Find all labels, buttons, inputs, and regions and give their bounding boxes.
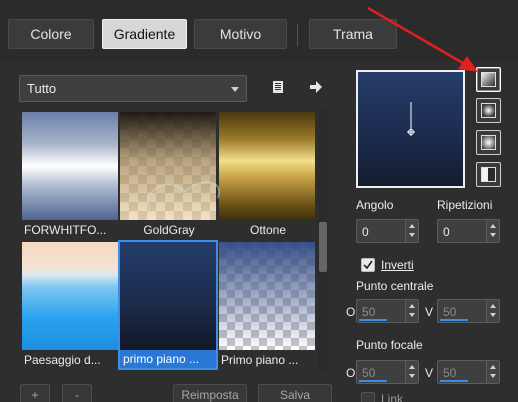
tab-motivo[interactable]: Motivo bbox=[194, 19, 287, 49]
gradient-item[interactable]: FORWHITFO... bbox=[22, 112, 118, 238]
center-v-slider-fill bbox=[440, 319, 468, 321]
spinner-arrows[interactable] bbox=[486, 300, 499, 322]
focal-h-spinner[interactable]: 50 bbox=[356, 360, 419, 384]
gradient-label: Paesaggio d... bbox=[24, 353, 101, 367]
spinner-arrows[interactable] bbox=[486, 361, 499, 383]
gradient-preview[interactable] bbox=[356, 70, 465, 188]
focal-h-label: O bbox=[346, 366, 356, 380]
focal-point-label: Punto focale bbox=[356, 338, 423, 352]
center-h-label: O bbox=[346, 305, 356, 319]
center-h-value: 50 bbox=[362, 305, 376, 319]
chevron-up-icon bbox=[409, 224, 415, 228]
gradient-item[interactable]: GoldGray bbox=[120, 112, 216, 238]
chevron-up-icon bbox=[490, 224, 496, 228]
book-icon[interactable] bbox=[270, 79, 286, 95]
spinner-arrows[interactable] bbox=[486, 220, 499, 242]
radial-gradient-button[interactable] bbox=[476, 162, 501, 187]
chevron-down-icon bbox=[490, 233, 496, 237]
remove-gradient-button[interactable]: - bbox=[62, 384, 92, 402]
center-v-spinner[interactable]: 50 bbox=[437, 299, 500, 323]
gradient-swatch bbox=[22, 112, 118, 220]
gradient-swatch bbox=[219, 242, 315, 350]
chevron-down-icon bbox=[231, 87, 239, 92]
gradient-swatch bbox=[22, 242, 118, 350]
invert-checkbox[interactable] bbox=[361, 258, 375, 272]
focal-h-slider-fill bbox=[359, 380, 387, 382]
gradient-swatch bbox=[120, 112, 216, 220]
reset-button[interactable]: Reimposta bbox=[173, 384, 247, 402]
tab-divider bbox=[297, 24, 298, 46]
add-gradient-button[interactable]: + bbox=[20, 384, 50, 402]
gradient-label: primo piano ... bbox=[120, 350, 216, 368]
repeat-label: Ripetizioni bbox=[437, 198, 493, 212]
gradient-swatch bbox=[120, 242, 216, 350]
category-selected-label: Tutto bbox=[27, 81, 57, 96]
chevron-up-icon bbox=[409, 304, 415, 308]
tab-gradiente[interactable]: Gradiente bbox=[102, 19, 187, 49]
checkmark-icon bbox=[363, 260, 373, 270]
chevron-down-icon bbox=[409, 374, 415, 378]
gradient-item[interactable]: Paesaggio d... bbox=[22, 242, 118, 368]
link-label[interactable]: Link bbox=[381, 392, 403, 402]
rectangular-icon bbox=[481, 103, 496, 118]
center-h-slider-fill bbox=[359, 319, 387, 321]
focal-h-value: 50 bbox=[362, 366, 376, 380]
category-dropdown[interactable]: Tutto bbox=[19, 75, 247, 102]
repeat-value: 0 bbox=[443, 225, 450, 239]
chevron-down-icon bbox=[409, 233, 415, 237]
chevron-down-icon bbox=[409, 313, 415, 317]
gradient-swatch bbox=[219, 112, 315, 220]
angle-label: Angolo bbox=[356, 198, 394, 212]
angle-spinner[interactable]: 0 bbox=[356, 219, 419, 243]
chevron-up-icon bbox=[409, 365, 415, 369]
gradient-label: FORWHITFO... bbox=[24, 223, 107, 237]
chevron-down-icon bbox=[490, 374, 496, 378]
annotation-arrow-icon bbox=[367, 6, 478, 72]
center-v-label: V bbox=[425, 305, 434, 319]
sunburst-gradient-button[interactable] bbox=[476, 130, 501, 155]
gradient-label: Ottone bbox=[249, 223, 287, 237]
focal-v-value: 50 bbox=[443, 366, 457, 380]
repeat-spinner[interactable]: 0 bbox=[437, 219, 500, 243]
center-v-value: 50 bbox=[443, 305, 457, 319]
focal-v-slider-fill bbox=[440, 380, 468, 382]
gradient-item[interactable]: Ottone bbox=[219, 112, 315, 238]
scrollbar-thumb[interactable] bbox=[319, 222, 327, 272]
sunburst-icon bbox=[481, 135, 496, 150]
gradient-item[interactable]: Primo piano ... bbox=[219, 242, 315, 368]
focal-v-spinner[interactable]: 50 bbox=[437, 360, 500, 384]
chevron-up-icon bbox=[490, 304, 496, 308]
save-button[interactable]: Salva bbox=[258, 384, 332, 402]
center-point-label: Punto centrale bbox=[356, 279, 434, 293]
arrow-right-icon[interactable] bbox=[308, 79, 324, 95]
chevron-down-icon bbox=[490, 313, 496, 317]
spinner-arrows[interactable] bbox=[405, 300, 418, 322]
gradient-label: Primo piano ... bbox=[221, 353, 299, 367]
spinner-arrows[interactable] bbox=[405, 361, 418, 383]
gallery-scrollbar[interactable] bbox=[318, 110, 328, 370]
gradient-direction-handle[interactable] bbox=[358, 72, 463, 186]
angle-value: 0 bbox=[362, 225, 369, 239]
rectangular-gradient-button[interactable] bbox=[476, 98, 501, 123]
radial-icon bbox=[481, 167, 496, 182]
spinner-arrows[interactable] bbox=[405, 220, 418, 242]
focal-v-label: V bbox=[425, 366, 434, 380]
gradient-label: GoldGray bbox=[143, 223, 195, 237]
tab-colore[interactable]: Colore bbox=[8, 19, 94, 49]
gradient-gallery: FORWHITFO... GoldGray Ottone Paesaggio d… bbox=[20, 110, 318, 370]
invert-label[interactable]: Inverti bbox=[381, 258, 414, 272]
gradient-item-selected[interactable]: primo piano ... bbox=[118, 240, 218, 370]
chevron-up-icon bbox=[490, 365, 496, 369]
center-h-spinner[interactable]: 50 bbox=[356, 299, 419, 323]
link-checkbox[interactable] bbox=[361, 392, 375, 402]
